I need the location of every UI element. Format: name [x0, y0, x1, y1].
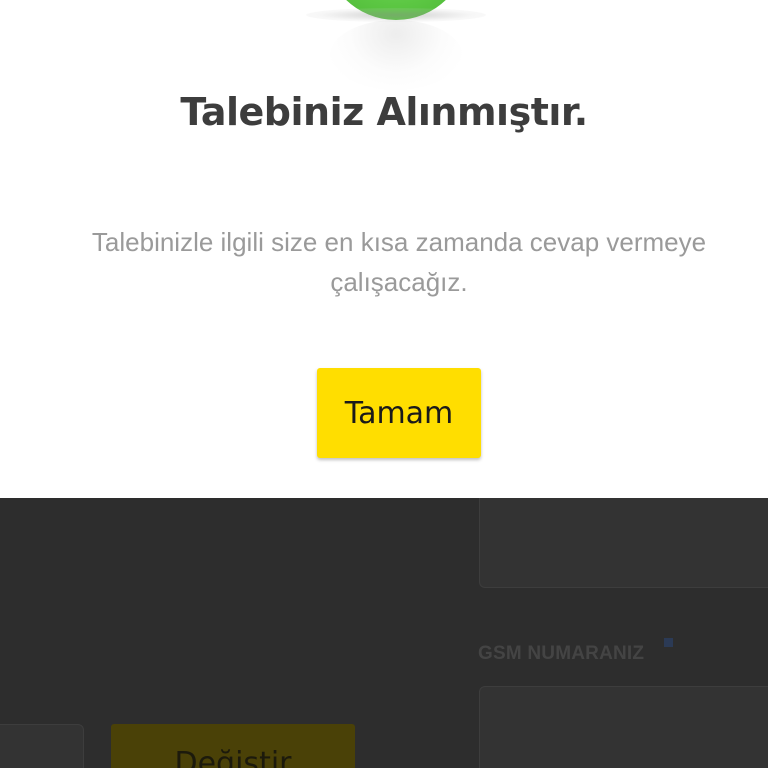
background-input-field [0, 724, 84, 768]
ok-button[interactable]: Tamam [317, 368, 481, 458]
gsm-number-input [479, 686, 768, 768]
background-change-button: Değiştir [111, 724, 355, 768]
required-field-marker-icon [664, 638, 673, 647]
success-icon-reflection [330, 20, 462, 90]
gsm-number-label: GSM NUMARANIZ [478, 643, 645, 664]
success-check-circle-icon [296, 0, 496, 100]
dialog-title: Talebiniz Alınmıştır. [180, 90, 588, 134]
dialog-message: Talebinizle ilgili size en kısa zamanda … [91, 227, 707, 297]
background-text-area [479, 498, 768, 588]
page-overlay: GSM NUMARANIZ Değiştir [0, 498, 768, 768]
confirmation-dialog: Talebiniz Alınmıştır. Talebinizle ilgili… [0, 0, 768, 498]
background-change-button-label: Değiştir [174, 746, 292, 768]
